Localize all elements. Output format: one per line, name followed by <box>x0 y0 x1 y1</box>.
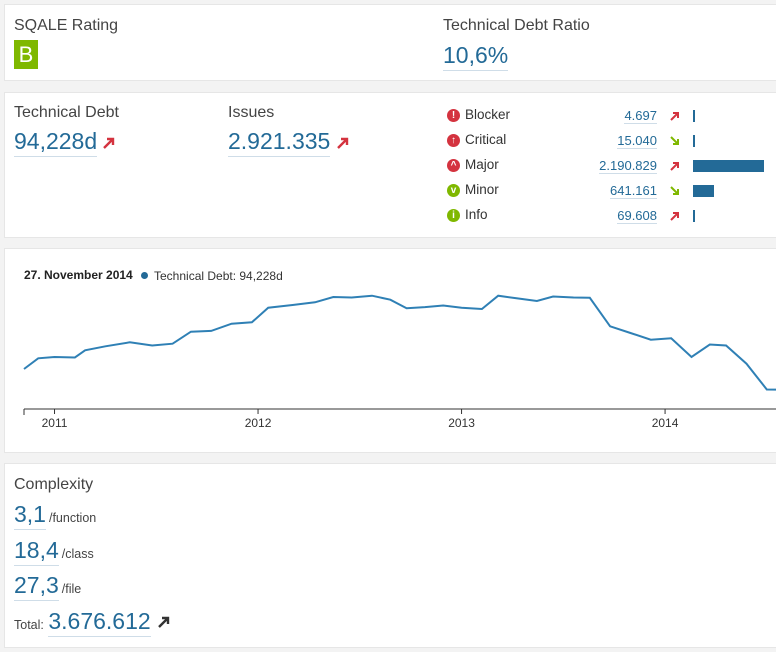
complexity-function-value[interactable]: 3,1 <box>14 500 46 530</box>
severity-name: Critical <box>465 132 507 147</box>
rating-panel: SQALE Rating B Technical Debt Ratio 10,6… <box>4 4 776 81</box>
blocker-icon: ! <box>447 109 460 122</box>
severity-name: Major <box>465 157 499 172</box>
series-line <box>23 294 776 391</box>
issues-label: Issues <box>228 104 275 121</box>
complexity-file-value[interactable]: 27,3 <box>14 571 59 601</box>
severity-row-major: ^ Major 2.190.829 <box>447 157 776 177</box>
complexity-total-row: Total: 3.676.612 <box>14 607 171 637</box>
critical-icon: ↑ <box>447 134 460 147</box>
issues-value[interactable]: 2.921.335 <box>228 127 331 157</box>
complexity-class-row: 18,4/class <box>14 536 94 566</box>
complexity-label: Complexity <box>14 476 94 493</box>
complexity-file-unit: /file <box>61 582 82 596</box>
complexity-class-value[interactable]: 18,4 <box>14 536 59 566</box>
trend-down-icon <box>670 136 679 145</box>
severity-name: Blocker <box>465 107 511 122</box>
severity-name: Info <box>465 207 488 222</box>
x-tick-label: 2013 <box>448 416 475 430</box>
trend-up-icon <box>670 212 679 221</box>
technical-debt-value[interactable]: 94,228d <box>14 127 98 157</box>
minor-icon: v <box>447 184 460 197</box>
trend-up-icon <box>670 162 679 171</box>
trend-up-icon <box>670 112 679 121</box>
severity-row-info: i Info 69.608 <box>447 207 776 227</box>
sqale-rating-label: SQALE Rating <box>14 17 119 34</box>
x-tick-label: 2012 <box>245 416 272 430</box>
technical-debt-chart[interactable]: 2011 2012 2013 2014 <box>5 249 776 454</box>
severity-value[interactable]: 2.190.829 <box>599 158 657 174</box>
complexity-function-row: 3,1/function <box>14 500 96 530</box>
complexity-file-row: 27,3/file <box>14 571 81 601</box>
complexity-panel: Complexity 3,1/function 18,4/class 27,3/… <box>4 463 776 648</box>
severity-value[interactable]: 15.040 <box>617 133 657 149</box>
trend-up-icon <box>158 616 170 628</box>
technical-debt-label: Technical Debt <box>14 104 119 121</box>
severity-value[interactable]: 69.608 <box>617 208 657 224</box>
trend-up-icon <box>103 137 115 149</box>
severity-row-critical: ↑ Critical 15.040 <box>447 132 776 152</box>
severity-row-blocker: ! Blocker 4.697 <box>447 107 776 127</box>
debt-ratio-value[interactable]: 10,6% <box>443 41 509 71</box>
complexity-function-unit: /function <box>48 511 97 525</box>
complexity-class-unit: /class <box>61 547 94 561</box>
severity-name: Minor <box>465 182 499 197</box>
x-tick-label: 2011 <box>42 416 68 430</box>
severity-row-minor: v Minor 641.161 <box>447 182 776 202</box>
severity-bar <box>693 160 764 172</box>
sqale-rating-badge[interactable]: B <box>14 40 38 69</box>
major-icon: ^ <box>447 159 460 172</box>
debt-issues-panel: Technical Debt 94,228d Issues 2.921.335 … <box>4 92 776 238</box>
severity-bar <box>693 185 714 197</box>
severity-bar <box>693 135 695 147</box>
debt-ratio-label: Technical Debt Ratio <box>443 17 590 34</box>
trend-up-icon <box>337 137 349 149</box>
severity-value[interactable]: 4.697 <box>624 108 657 124</box>
complexity-total-value[interactable]: 3.676.612 <box>48 607 151 637</box>
severity-bar <box>693 110 695 122</box>
x-tick-label: 2014 <box>652 416 679 430</box>
complexity-total-label: Total: <box>14 618 44 632</box>
severity-bar <box>693 210 695 222</box>
technical-debt-chart-panel: 27. November 2014 Technical Debt: 94,228… <box>4 248 776 453</box>
trend-down-icon <box>670 186 679 195</box>
severity-value[interactable]: 641.161 <box>610 183 657 199</box>
info-icon: i <box>447 209 460 222</box>
